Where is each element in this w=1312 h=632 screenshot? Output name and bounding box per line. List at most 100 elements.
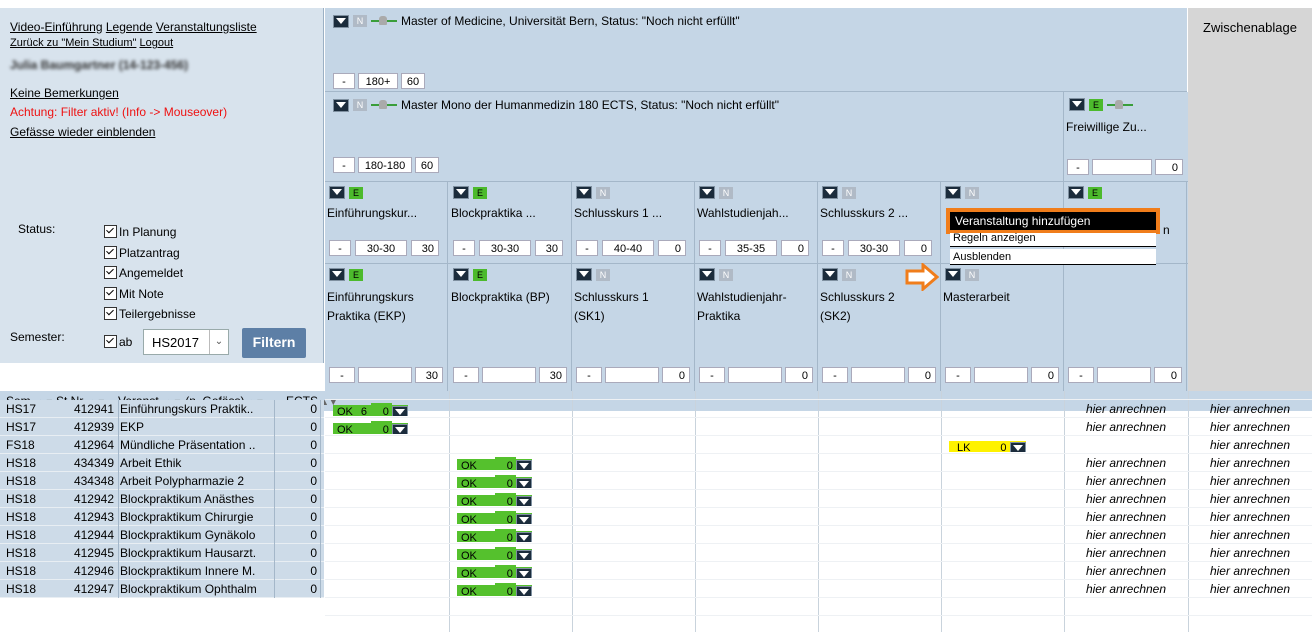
checkbox-icon[interactable] [104, 335, 117, 348]
status-cell[interactable]: OK 0 [457, 528, 532, 542]
minus-box[interactable]: - [822, 240, 844, 256]
table-row[interactable]: HS17 412941 Einführungskurs Praktik.. 0 … [0, 400, 1312, 418]
dropdown-triangle-icon[interactable] [515, 459, 532, 470]
link-gefaesse-einblenden[interactable]: Gefässe wieder einblenden [10, 125, 155, 139]
dropdown-triangle-icon[interactable] [515, 549, 532, 560]
status-ok-box[interactable]: OK 6 0 [333, 403, 408, 416]
status-ok-box[interactable]: OK 0 [457, 565, 532, 578]
status-cell[interactable]: OK 6 0 [333, 402, 408, 416]
minus-box[interactable]: - [329, 240, 351, 256]
checkbox-icon[interactable] [104, 286, 117, 300]
checkbox-icon[interactable] [104, 245, 117, 259]
dropdown-triangle-icon[interactable] [333, 14, 349, 28]
status-ok-box[interactable]: OK 0 [457, 529, 532, 542]
status-mit-note[interactable]: Mit Note [104, 284, 196, 305]
table-row[interactable]: FS18 412964 Mündliche Präsentation .. 0 … [0, 436, 1312, 454]
hier-anrechnen-link[interactable]: hier anrechnen [1188, 580, 1312, 598]
status-in-planung[interactable]: In Planung [104, 222, 196, 243]
chevron-down-icon[interactable]: ⌄ [209, 330, 228, 354]
dropdown-triangle-icon[interactable] [945, 268, 961, 281]
dropdown-triangle-icon[interactable] [391, 405, 408, 416]
dropdown-triangle-icon[interactable] [1069, 98, 1085, 111]
minus-box[interactable]: - [822, 367, 848, 383]
dropdown-triangle-icon[interactable] [945, 186, 961, 199]
link-video-einfuehrung[interactable]: Video-Einführung [10, 20, 103, 34]
hier-anrechnen-link[interactable]: hier anrechnen [1188, 562, 1312, 580]
status-ok-box[interactable]: OK 0 [457, 547, 532, 560]
status-cell[interactable]: OK 0 [457, 564, 532, 578]
status-lk-box[interactable]: LK 0 [949, 441, 1027, 452]
link-mein-studium[interactable]: Zurück zu "Mein Studium" [10, 37, 136, 49]
status-cell[interactable]: OK 0 [457, 582, 532, 596]
table-row[interactable]: HS17 412939 EKP 0 OK 0 hier anrechnen hie… [0, 418, 1312, 436]
hier-anrechnen-link[interactable]: hier anrechnen [1064, 454, 1188, 472]
status-ok-box[interactable]: OK 0 [457, 457, 532, 470]
hier-anrechnen-link[interactable]: hier anrechnen [1064, 544, 1188, 562]
table-row[interactable]: HS18 412946 Blockpraktikum Innere M. 0 O… [0, 562, 1312, 580]
hier-anrechnen-link[interactable]: hier anrechnen [1064, 472, 1188, 490]
minus-box[interactable]: - [333, 157, 355, 173]
link-veranstaltungsliste[interactable]: Veranstaltungsliste [156, 20, 257, 34]
link-logout[interactable]: Logout [139, 37, 173, 49]
table-row[interactable]: HS18 412947 Blockpraktikum Ophthalm 0 OK… [0, 580, 1312, 598]
status-platzantrag[interactable]: Platzantrag [104, 243, 196, 264]
link-keine-bemerkungen[interactable]: Keine Bemerkungen [10, 86, 119, 100]
minus-box[interactable]: - [576, 240, 598, 256]
dropdown-triangle-icon[interactable] [515, 477, 532, 488]
minus-box[interactable]: - [453, 367, 479, 383]
status-cell[interactable]: OK 0 [457, 474, 532, 488]
semester-ab-checkbox[interactable]: ab [104, 335, 132, 349]
status-cell[interactable]: OK 0 [457, 492, 532, 506]
checkbox-icon[interactable] [104, 266, 117, 279]
hier-anrechnen-link[interactable]: hier anrechnen [1188, 526, 1312, 544]
dropdown-triangle-icon[interactable] [515, 495, 532, 506]
table-row[interactable]: HS18 434348 Arbeit Polypharmazie 2 0 OK … [0, 472, 1312, 490]
dropdown-triangle-icon[interactable] [515, 567, 532, 578]
row-veranst[interactable]: Blockpraktikum Hausarzt. [118, 544, 274, 562]
table-row[interactable]: HS18 412945 Blockpraktikum Hausarzt. 0 O… [0, 544, 1312, 562]
row-veranst[interactable]: Blockpraktikum Ophthalm [118, 580, 274, 598]
dropdown-triangle-icon[interactable] [1010, 441, 1027, 452]
hier-anrechnen-link[interactable]: hier anrechnen [1064, 526, 1188, 544]
hier-anrechnen-link[interactable]: hier anrechnen [1188, 418, 1312, 436]
status-ok-box[interactable]: OK 0 [457, 583, 532, 596]
table-row[interactable]: HS18 434349 Arbeit Ethik 0 OK 0 hier anr… [0, 454, 1312, 472]
dropdown-triangle-icon[interactable] [699, 268, 715, 281]
row-veranst[interactable]: Blockpraktikum Chirurgie [118, 508, 274, 526]
hier-anrechnen-link[interactable]: hier anrechnen [1188, 508, 1312, 526]
row-veranst[interactable]: Einführungskurs Praktik.. [118, 400, 274, 418]
checkbox-icon[interactable] [104, 225, 117, 238]
minus-box[interactable]: - [945, 367, 971, 383]
link-legende[interactable]: Legende [106, 20, 153, 34]
hier-anrechnen-link[interactable]: hier anrechnen [1188, 454, 1312, 472]
dropdown-triangle-icon[interactable] [329, 268, 345, 281]
dropdown-triangle-icon[interactable] [333, 98, 349, 112]
dropdown-triangle-icon[interactable] [576, 186, 592, 199]
dropdown-triangle-icon[interactable] [453, 186, 469, 199]
status-ok-box[interactable]: OK 0 [333, 421, 408, 434]
hier-anrechnen-link[interactable]: hier anrechnen [1064, 508, 1188, 526]
hier-anrechnen-link[interactable]: hier anrechnen [1064, 562, 1188, 580]
dropdown-triangle-icon[interactable] [515, 585, 532, 596]
row-veranst[interactable]: Blockpraktikum Gynäkolo [118, 526, 274, 544]
row-veranst[interactable]: EKP [118, 418, 274, 436]
row-veranst[interactable]: Blockpraktikum Anästhes [118, 490, 274, 508]
dropdown-triangle-icon[interactable] [329, 186, 345, 199]
status-cell[interactable]: OK 0 [457, 546, 532, 560]
hier-anrechnen-link[interactable]: hier anrechnen [1064, 580, 1188, 598]
dropdown-triangle-icon[interactable] [453, 268, 469, 281]
status-ok-box[interactable]: OK 0 [457, 511, 532, 524]
status-ok-box[interactable]: OK 0 [457, 475, 532, 488]
filter-button[interactable]: Filtern [242, 328, 306, 358]
dropdown-triangle-icon[interactable] [822, 186, 838, 199]
row-veranst[interactable]: Arbeit Polypharmazie 2 [118, 472, 274, 490]
minus-box[interactable]: - [1067, 159, 1089, 175]
status-angemeldet[interactable]: Angemeldet [104, 263, 196, 284]
minus-box[interactable]: - [699, 367, 725, 383]
hier-anrechnen-link[interactable]: hier anrechnen [1188, 436, 1312, 454]
semester-select[interactable]: HS2017 ⌄ [143, 329, 229, 355]
table-row[interactable]: HS18 412943 Blockpraktikum Chirurgie 0 O… [0, 508, 1312, 526]
row-veranst[interactable]: Mündliche Präsentation .. [118, 436, 274, 454]
menu-item-regeln-anzeigen[interactable]: Regeln anzeigen [950, 233, 1156, 247]
status-ok-box[interactable]: OK 0 [457, 493, 532, 506]
